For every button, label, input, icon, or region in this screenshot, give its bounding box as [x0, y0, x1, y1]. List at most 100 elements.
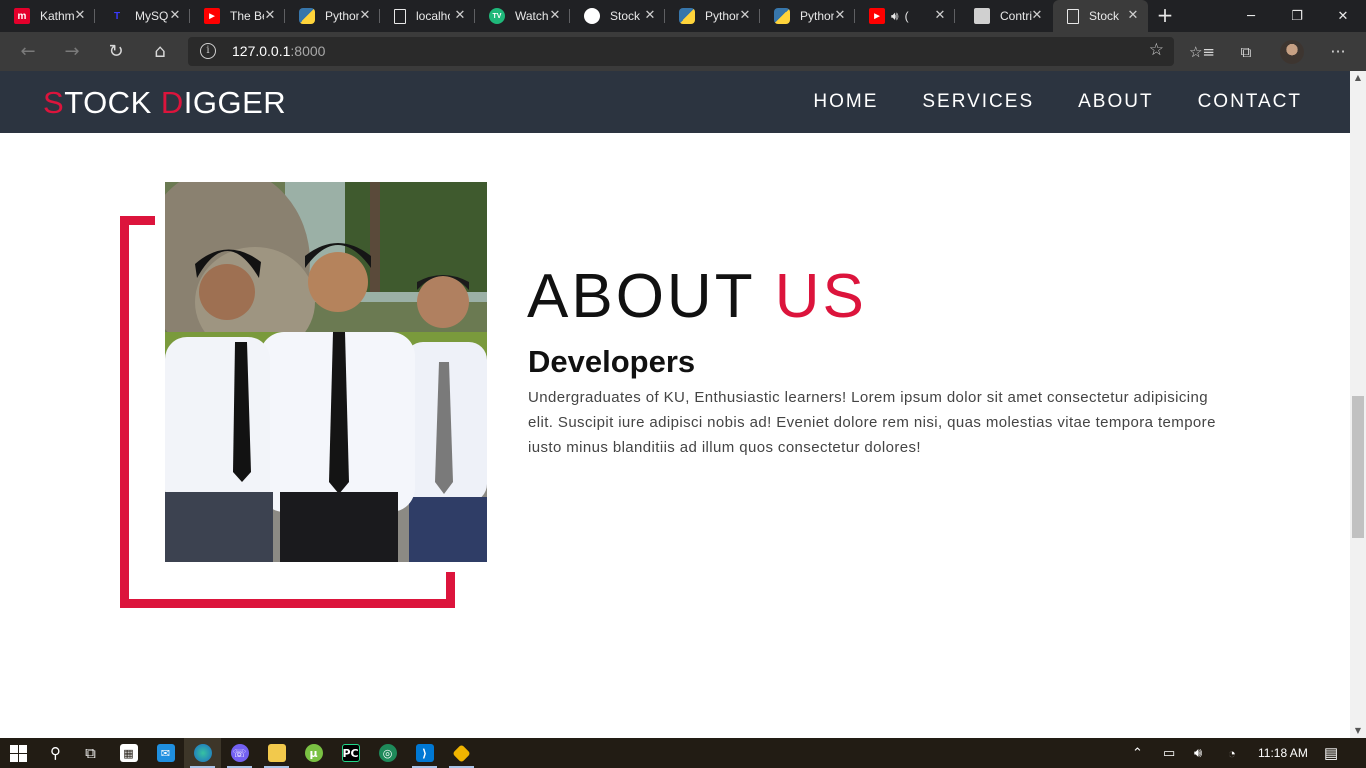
store-icon[interactable]: ▦ — [110, 738, 147, 768]
address-bar[interactable]: i 127.0.0.1:8000 ☆ — [188, 37, 1174, 66]
tab-title: Python — [705, 9, 739, 23]
search-icon[interactable]: ⚲ — [37, 738, 74, 768]
nav-about-link[interactable]: ABOUT — [1078, 91, 1153, 113]
close-icon[interactable]: ✕ — [833, 8, 847, 22]
task-view-icon[interactable]: ⧉ — [72, 738, 109, 768]
clock[interactable]: 11:18 AM — [1258, 738, 1308, 768]
browser-tab[interactable]: Python ✕ — [285, 0, 380, 32]
site-logo[interactable]: STOCK DIGGER — [43, 85, 286, 121]
close-icon[interactable]: ✕ — [933, 8, 947, 22]
collections-icon[interactable]: ⧉ — [1232, 38, 1260, 66]
browser-tab[interactable]: ▶ The Best ✕ — [190, 0, 285, 32]
browser-tab[interactable]: m Kathmandu ✕ — [0, 0, 95, 32]
close-icon[interactable]: ✕ — [643, 8, 657, 22]
refresh-icon[interactable]: ↻ — [102, 38, 130, 66]
git-kraken-icon[interactable]: ◎ — [369, 738, 406, 768]
tab-title: Contri — [1000, 9, 1033, 23]
close-icon[interactable]: ✕ — [548, 8, 562, 22]
git-icon[interactable] — [443, 738, 480, 768]
site-nav: HOME SERVICES ABOUT CONTACT — [813, 91, 1302, 113]
about-heading-part1: ABOUT — [527, 262, 775, 331]
scrollbar-thumb[interactable] — [1352, 396, 1364, 538]
browser-tab[interactable]: ▶ 🔊︎ ( ✕ — [855, 0, 955, 32]
page-icon — [1067, 8, 1079, 24]
site-navbar: STOCK DIGGER HOME SERVICES ABOUT CONTACT — [0, 71, 1350, 133]
notifications-icon[interactable]: ▤ — [1324, 738, 1338, 768]
forward-icon[interactable]: → — [58, 38, 86, 66]
start-icon[interactable] — [0, 738, 37, 768]
browser-tab[interactable]: Contri ✕ — [960, 0, 1052, 32]
tab-title: localhost — [416, 9, 450, 23]
close-icon[interactable]: ✕ — [168, 8, 182, 22]
mail-icon[interactable]: ✉ — [147, 738, 184, 768]
back-icon[interactable]: ← — [14, 38, 42, 66]
close-window-icon[interactable]: ✕ — [1320, 0, 1366, 32]
url-text[interactable]: 127.0.0.1:8000 — [232, 43, 325, 59]
tab-title: Python — [800, 9, 834, 23]
browser-toolbar: ← → ↻ ⌂ i 127.0.0.1:8000 ☆ ☆≡ ⧉ ··· — [0, 32, 1366, 71]
viber-icon[interactable]: ☏ — [221, 738, 258, 768]
close-icon[interactable]: ✕ — [738, 8, 752, 22]
favorite-star-icon[interactable]: ☆ — [1149, 40, 1164, 60]
logo-letter-s: S — [43, 85, 65, 120]
close-icon[interactable]: ✕ — [1126, 8, 1140, 22]
logo-letter-d: D — [160, 85, 184, 120]
photo-frame-bottom — [120, 599, 455, 608]
utorrent-icon[interactable]: µ — [295, 738, 332, 768]
close-icon[interactable]: ✕ — [358, 8, 372, 22]
python-icon — [299, 8, 315, 24]
tab-title: Stock — [610, 9, 641, 23]
file-explorer-icon[interactable] — [258, 738, 295, 768]
developers-subheading: Developers — [528, 344, 696, 379]
page-icon — [394, 8, 406, 24]
nav-services-link[interactable]: SERVICES — [922, 91, 1034, 113]
profile-avatar[interactable] — [1280, 40, 1304, 64]
vscode-icon[interactable]: ⟩ — [406, 738, 443, 768]
python-icon — [774, 8, 790, 24]
photo-frame-top — [120, 216, 155, 225]
wifi-icon[interactable]: ◔ — [1228, 738, 1236, 768]
restore-icon[interactable]: ❐ — [1274, 0, 1320, 32]
browser-tab[interactable]: TV Watch ✕ — [475, 0, 570, 32]
nav-home-link[interactable]: HOME — [813, 91, 878, 113]
favorites-list-icon[interactable]: ☆≡ — [1188, 38, 1216, 66]
speaker-icon[interactable]: 🔊︎ — [891, 9, 899, 24]
pycharm-icon[interactable]: PC — [332, 738, 369, 768]
volume-icon[interactable]: 🔊︎ — [1194, 738, 1202, 768]
new-tab-icon[interactable]: + — [1154, 5, 1176, 27]
info-icon[interactable]: i — [200, 43, 216, 59]
close-icon[interactable]: ✕ — [263, 8, 277, 22]
show-hidden-icons[interactable]: ⌃ — [1132, 738, 1143, 768]
about-us-heading: ABOUT US — [527, 261, 867, 332]
browser-tab-active[interactable]: Stock ✕ — [1053, 0, 1148, 32]
close-icon[interactable]: ✕ — [73, 8, 87, 22]
about-heading-part2: US — [774, 262, 867, 331]
close-icon[interactable]: ✕ — [453, 8, 467, 22]
edge-icon[interactable] — [184, 738, 221, 768]
tab-title: Kathmandu — [40, 9, 74, 23]
tab-title: Stock — [1089, 9, 1120, 23]
url-port: :8000 — [290, 43, 326, 59]
minimize-icon[interactable]: ─ — [1228, 0, 1274, 32]
page-scrollbar[interactable]: ▲ ▼ — [1350, 71, 1366, 738]
browser-tab[interactable]: Python ✕ — [760, 0, 855, 32]
team-photo — [165, 182, 487, 562]
nav-contact-link[interactable]: CONTACT — [1198, 91, 1302, 113]
browser-tab[interactable]: Python ✕ — [665, 0, 760, 32]
scroll-down-icon[interactable]: ▼ — [1350, 724, 1366, 738]
youtube-icon: ▶ — [204, 8, 220, 24]
home-icon[interactable]: ⌂ — [146, 38, 174, 66]
youtube-icon: ▶ — [869, 8, 885, 24]
battery-icon[interactable]: ▭ — [1163, 738, 1175, 768]
close-icon[interactable]: ✕ — [1030, 8, 1044, 22]
contributor-icon — [974, 8, 990, 24]
browser-tab[interactable]: Stock ✕ — [570, 0, 665, 32]
browser-tab[interactable]: localhost ✕ — [380, 0, 475, 32]
more-options-icon[interactable]: ··· — [1324, 38, 1352, 66]
scroll-up-icon[interactable]: ▲ — [1350, 71, 1366, 85]
tab-strip: m Kathmandu ✕ T MySQL ✕ ▶ The Best ✕ Pyt… — [0, 0, 1366, 32]
browser-tab[interactable]: T MySQL ✕ — [95, 0, 190, 32]
logo-text-igger: IGGER — [183, 85, 287, 120]
tab-title: Watch — [515, 9, 549, 23]
photo-frame-left — [120, 216, 129, 608]
